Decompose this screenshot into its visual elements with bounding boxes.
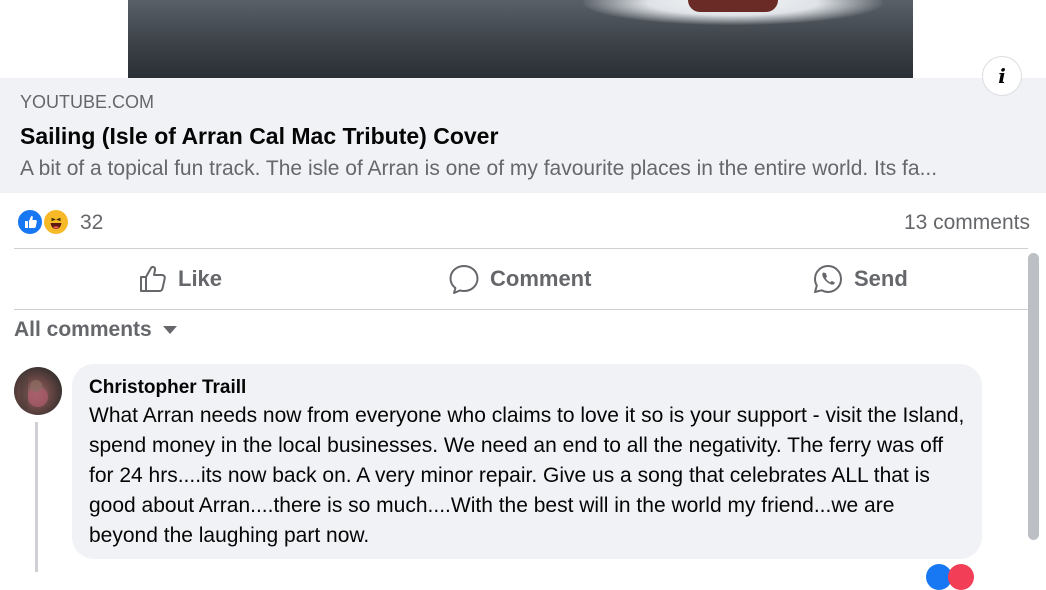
send-label: Send [854,266,908,291]
like-button[interactable]: Like [138,260,222,298]
comment-text: What Arran needs now from everyone who c… [89,404,965,547]
like-reaction-icon [16,208,44,236]
thumbs-up-icon [140,265,166,292]
like-label: Like [178,266,223,291]
divider [14,248,1028,249]
link-domain: YOUTUBE.COM [20,92,155,112]
comment-label: Comment [490,266,592,291]
divider [14,309,1028,310]
info-button[interactable]: i [982,56,1022,96]
comments-filter-dropdown[interactable]: All comments [14,318,178,342]
boat-hull [688,0,778,12]
link-description: A bit of a topical fun track. The isle o… [20,157,938,180]
comments-filter-label: All comments [14,318,152,341]
haha-reaction-icon [42,208,70,236]
comment-bubble: Christopher Traill What Arran needs now … [72,364,982,559]
comment-bubble-icon [449,265,479,294]
reactions-summary[interactable]: 32 13 comments [16,206,1030,238]
comment-reactions[interactable] [926,564,978,590]
comment-author[interactable]: Christopher Traill [89,376,966,400]
comment-thread-line [35,422,38,572]
link-preview[interactable]: YOUTUBE.COM Sailing (Isle of Arran Cal M… [0,78,1046,193]
comments-count-link[interactable]: 13 comments [904,211,1030,235]
reaction-count[interactable]: 32 [80,211,103,235]
video-thumbnail[interactable] [128,0,913,78]
link-title[interactable]: Sailing (Isle of Arran Cal Mac Tribute) … [20,123,498,150]
avatar[interactable] [14,367,62,415]
love-reaction-icon [948,564,974,590]
post-action-bar: Like Comment Send [14,250,1028,308]
comment-button[interactable]: Comment [448,260,591,298]
whatsapp-icon [814,265,842,293]
caret-down-icon [162,326,177,334]
send-button[interactable]: Send [812,260,908,298]
info-icon: i [998,64,1006,88]
scrollbar-thumb[interactable] [1028,253,1039,540]
